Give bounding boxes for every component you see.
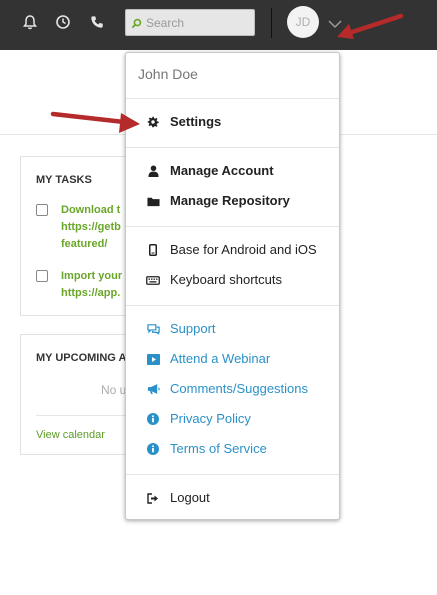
menu-item-support[interactable]: Support (126, 316, 339, 342)
card-title: MY TASKS (36, 174, 92, 186)
bell-icon[interactable] (19, 11, 41, 33)
task-checkbox[interactable] (36, 270, 48, 282)
menu-item-label: Terms of Service (170, 441, 267, 456)
my-tasks-card: MY TASKS Download t https://getb feature… (20, 156, 140, 316)
chat-icon (146, 322, 160, 336)
mobile-icon (146, 243, 160, 257)
menu-item-label: Comments/Suggestions (170, 381, 309, 396)
clock-icon[interactable] (52, 11, 74, 33)
view-calendar-link[interactable]: View calendar (36, 429, 105, 441)
my-upcoming-card: MY UPCOMING A No u View calendar (20, 334, 140, 455)
menu-item-manage-account[interactable]: Manage Account (126, 158, 339, 184)
menu-divider (126, 474, 339, 475)
user-icon (146, 164, 160, 178)
menu-item-label: Settings (170, 114, 222, 129)
menu-item-label: Manage Account (170, 163, 274, 178)
task-checkbox[interactable] (36, 204, 48, 216)
menu-item-attend-webinar[interactable]: Attend a Webinar (126, 346, 339, 372)
menu-divider (126, 305, 339, 306)
menu-item-label: Manage Repository (170, 193, 290, 208)
keyboard-icon (146, 273, 160, 287)
menu-item-base-android-ios[interactable]: Base for Android and iOS (126, 237, 339, 263)
user-dropdown-menu: John Doe Settings Manage Account Manage … (125, 52, 340, 520)
user-name: John Doe (138, 66, 198, 82)
menu-item-label: Logout (170, 490, 210, 505)
menu-divider (126, 147, 339, 148)
annotation-arrow (337, 13, 404, 39)
phone-icon[interactable] (86, 11, 108, 33)
avatar-initials: JD (295, 15, 311, 29)
menu-divider (126, 98, 339, 99)
menu-item-logout[interactable]: Logout (126, 485, 339, 511)
menu-item-label: Attend a Webinar (170, 351, 271, 366)
search-input[interactable] (146, 13, 250, 32)
divider (271, 8, 272, 38)
menu-item-label: Support (170, 321, 216, 336)
annotation-arrow (50, 111, 140, 133)
card-divider (36, 415, 131, 416)
logout-icon (146, 491, 160, 505)
menu-item-terms-of-service[interactable]: Terms of Service (126, 436, 339, 462)
avatar[interactable]: JD (287, 6, 319, 38)
info-icon (146, 442, 160, 456)
search-icon (131, 16, 142, 34)
menu-item-manage-repository[interactable]: Manage Repository (126, 188, 339, 214)
menu-item-label: Base for Android and iOS (170, 242, 317, 257)
menu-item-label: Keyboard shortcuts (170, 272, 283, 287)
folder-icon (146, 194, 160, 208)
search-box (125, 9, 255, 36)
video-icon (146, 352, 160, 366)
menu-item-keyboard-shortcuts[interactable]: Keyboard shortcuts (126, 267, 339, 293)
empty-state-text: No u (101, 383, 127, 397)
menu-item-privacy-policy[interactable]: Privacy Policy (126, 406, 339, 432)
menu-item-label: Privacy Policy (170, 411, 251, 426)
menu-item-settings[interactable]: Settings (126, 109, 339, 135)
menu-item-comments-suggestions[interactable]: Comments/Suggestions (126, 376, 339, 402)
info-icon (146, 412, 160, 426)
gear-icon (146, 115, 160, 129)
card-title: MY UPCOMING A (36, 352, 127, 364)
menu-divider (126, 226, 339, 227)
megaphone-icon (146, 382, 160, 396)
